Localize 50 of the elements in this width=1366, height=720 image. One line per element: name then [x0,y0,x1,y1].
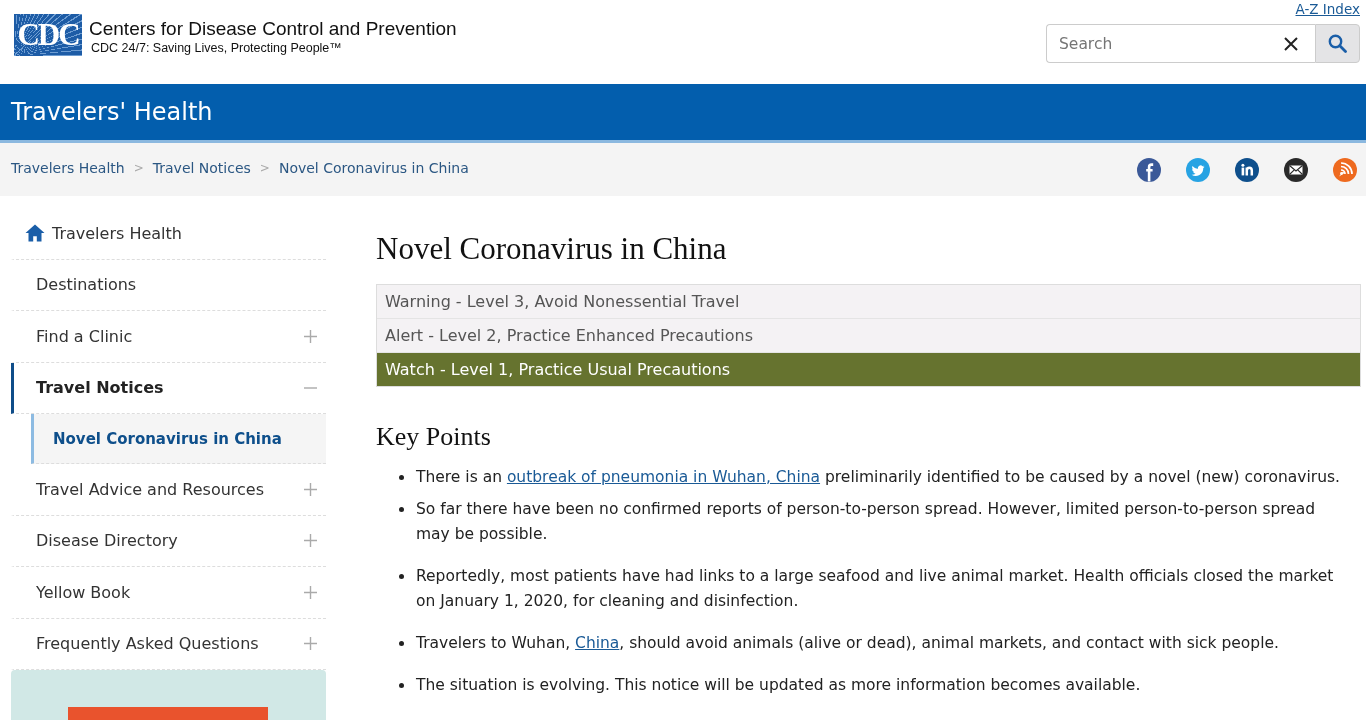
bullet-icon [399,475,404,480]
close-icon[interactable] [1284,37,1298,51]
key-point-text: Reportedly, most patients have had links to a large seafood and live animal market. Health officials closed the market on January 1, 2020, for cleaning and disinfection. [416,566,1335,612]
org-name: Centers for Disease Control and Prevention [89,18,457,40]
key-point-text: The situation is evolving. This notice will be updated as more information becomes available. [416,675,1141,696]
az-index-link[interactable]: A-Z Index [1295,1,1360,18]
sidebar-item[interactable]: Destinations [11,259,326,311]
sidebar-item[interactable]: Yellow Book [11,567,326,619]
text-link[interactable]: outbreak of pneumonia in Wuhan, China [506,468,821,486]
breadcrumb-link[interactable]: Travelers Health [11,159,125,176]
bullet-icon [399,683,404,688]
travel-level-row: Watch - Level 1, Practice Usual Precautions [377,353,1360,386]
tagline: CDC 24/7: Saving Lives, Protecting People™ [91,40,343,56]
minus-icon[interactable] [304,386,317,389]
email-icon[interactable] [1284,157,1308,182]
sidebar-subitem[interactable]: Novel Coronavirus in China [31,414,326,464]
section-heading: Key Points [376,421,491,452]
travel-level-row: Alert - Level 2, Practice Enhanced Precautions [377,319,1360,353]
sidebar-item[interactable]: Find a Clinic [11,311,326,363]
plus-icon[interactable] [304,585,317,599]
key-point-text: Travelers to Wuhan, China, should avoid animals (alive or dead), animal markets, and contact with sick people. [416,633,1279,654]
search-button[interactable] [1315,24,1360,63]
broadcast-icon[interactable] [1333,157,1357,182]
plus-icon[interactable] [304,637,317,651]
bullet-icon [399,574,404,579]
sidebar-item[interactable]: Travelers Health [11,208,326,260]
key-point-text: So far there have been no confirmed reports of person-to-person spread. However, limited person-to-person spread may be possible. [416,499,1317,545]
breadcrumb-link[interactable]: Travel Notices [152,159,251,176]
plus-icon[interactable] [304,329,317,343]
search-icon [1328,34,1347,53]
twitter-icon[interactable] [1186,157,1210,182]
search-field[interactable]: Search [1046,24,1315,63]
facebook-icon[interactable] [1137,157,1161,182]
plus-icon[interactable] [304,482,317,496]
sidebar-item[interactable]: Disease Directory [11,515,326,567]
breadcrumb-separator: > [133,160,144,175]
page-title: Novel Coronavirus in China [376,230,727,267]
section-title: Travelers' Health [11,97,213,128]
travel-level-row: Warning - Level 3, Avoid Nonessential Travel [377,285,1360,319]
bullet-icon [399,641,404,646]
sidebar-item[interactable]: Travel Advice and Resources [11,464,326,516]
breadcrumb-separator: > [259,160,270,175]
logo[interactable]: CDC [14,14,82,56]
breadcrumb-link[interactable]: Novel Coronavirus in China [278,159,469,176]
text-link[interactable]: China [575,634,620,652]
linkedin-icon[interactable] [1235,157,1259,182]
bullet-icon [399,507,404,512]
home-icon [25,224,45,243]
key-point-text: There is an outbreak of pneumonia in Wuhan, China preliminarily identified to be caused by a novel (new) coronavirus. [416,467,1340,488]
plus-icon[interactable] [304,534,317,548]
